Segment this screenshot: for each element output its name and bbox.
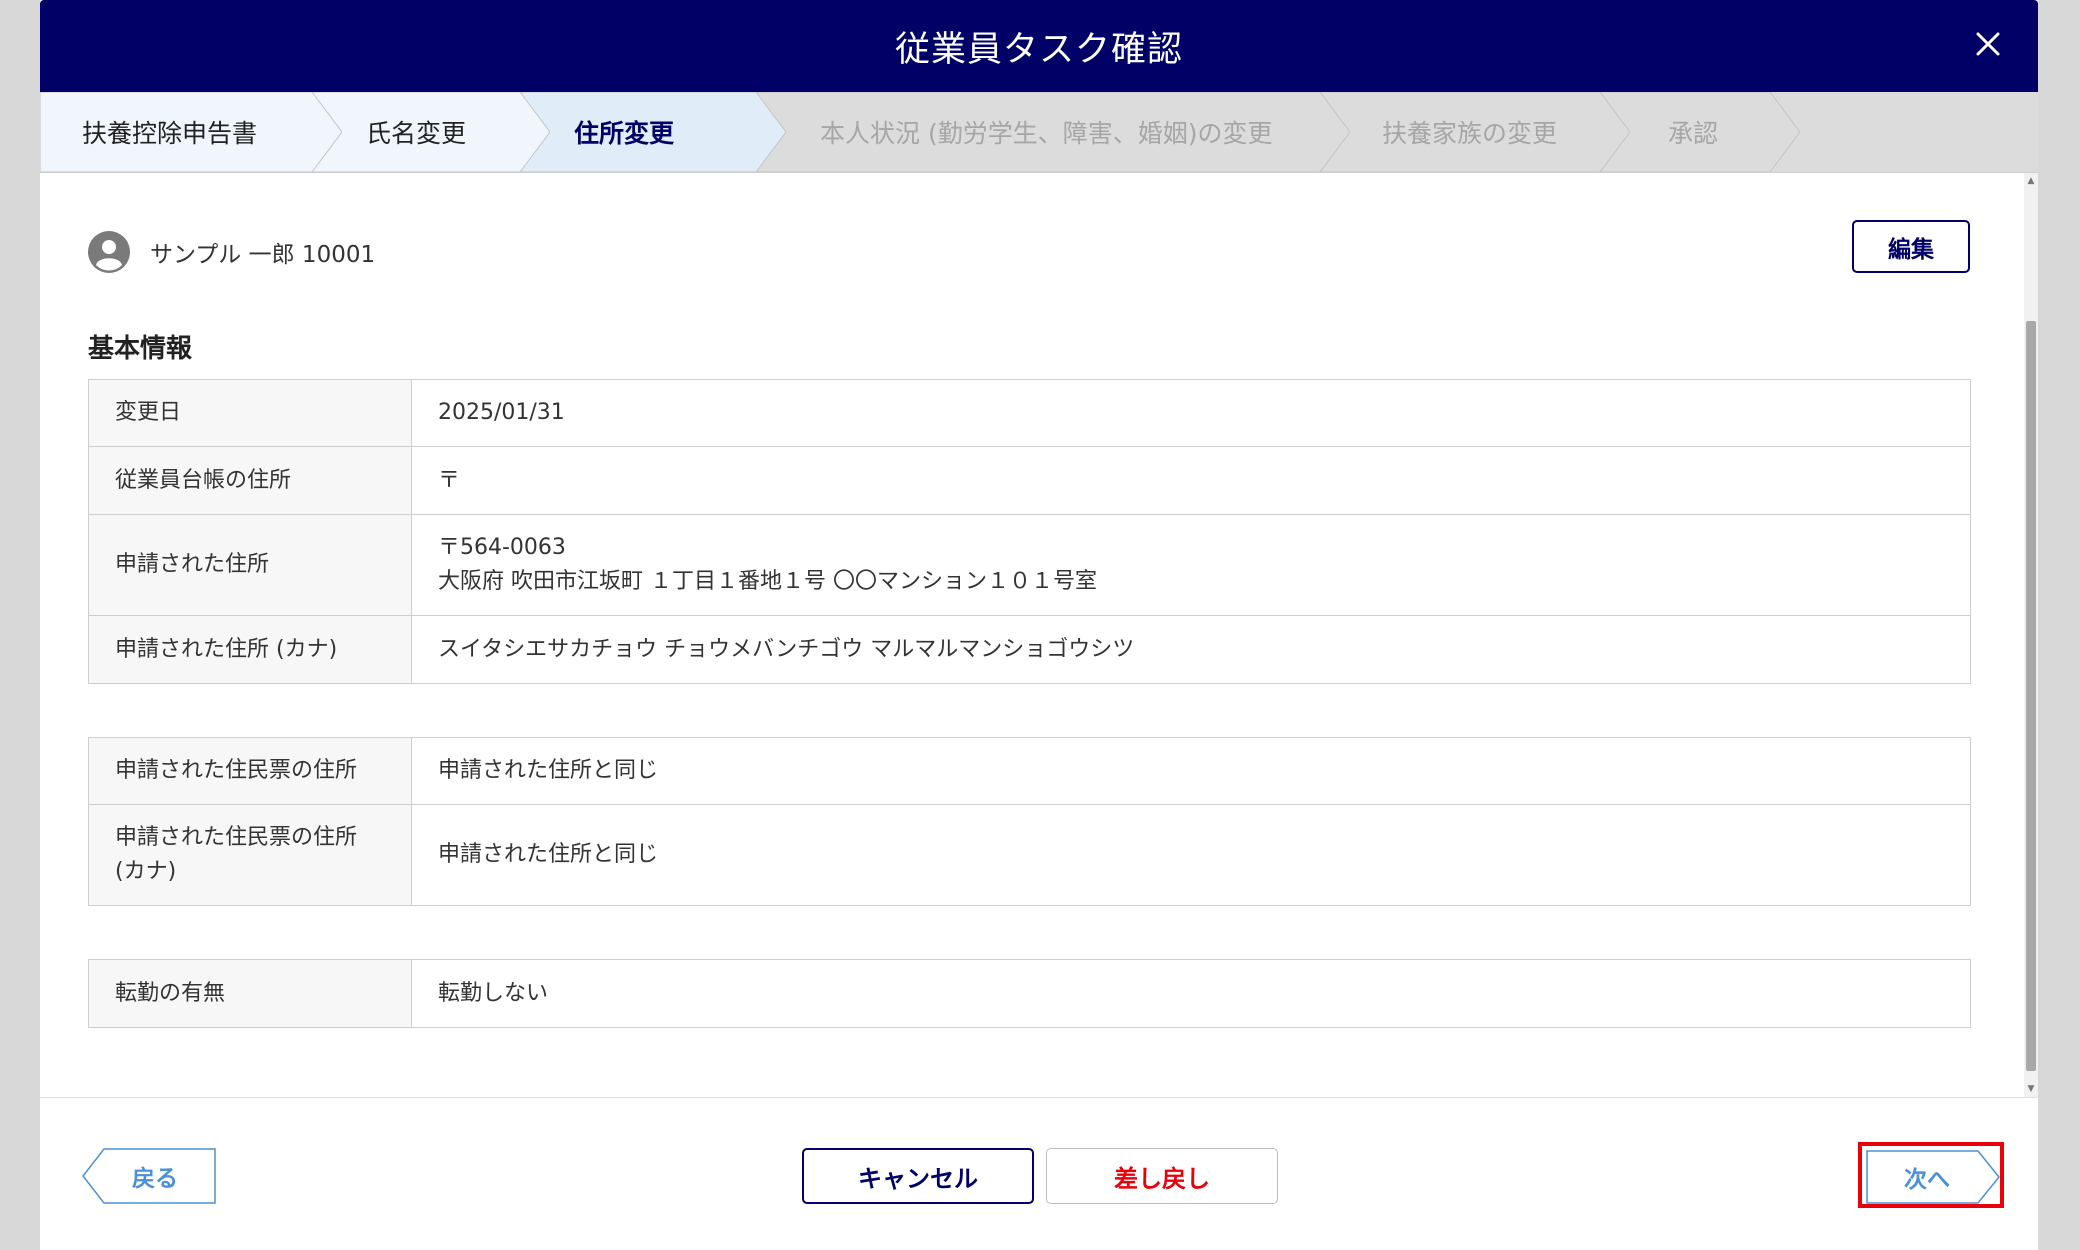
table-row: 転勤の有無 転勤しない <box>88 959 1971 1028</box>
field-label: 転勤の有無 <box>88 959 412 1028</box>
scroll-up-icon[interactable]: ▲ <box>2026 175 2036 187</box>
modal-title: 従業員タスク確認 <box>894 29 1183 70</box>
step-dependents-change[interactable]: 扶養家族の変更 <box>1320 92 1630 172</box>
step-label: 扶養家族の変更 <box>1382 119 1558 148</box>
step-label: 住所変更 <box>574 119 675 148</box>
field-label: 申請された住所 (カナ) <box>88 615 412 684</box>
field-label: 申請された住所 <box>88 514 412 616</box>
postal-code: 〒564-0063 <box>438 535 566 560</box>
table-row: 申請された住所 (カナ) スイタシエサカチョウ チョウメバンチゴウ マルマルマン… <box>88 615 1971 684</box>
table-row: 申請された住所 〒564-0063 大阪府 吹田市江坂町 １丁目１番地１号 〇〇… <box>88 514 1971 616</box>
cancel-button[interactable]: キャンセル <box>802 1148 1034 1204</box>
step-status-change[interactable]: 本人状況 (勤労学生、障害、婚姻)の変更 <box>756 92 1350 172</box>
field-value: 2025/01/31 <box>411 379 1971 447</box>
field-label: 変更日 <box>88 379 412 447</box>
step-progress-bar: 承認 扶養家族の変更 本人状況 (勤労学生、障害、婚姻)の変更 住所変更 氏名変… <box>40 92 2038 173</box>
modal-footer: 戻る キャンセル 差し戻し 次へ <box>40 1097 2038 1250</box>
step-approval[interactable]: 承認 <box>1600 92 1800 172</box>
basic-info-table: 変更日 2025/01/31 従業員台帳の住所 〒 申請された住所 〒564-0… <box>88 379 1971 684</box>
resident-address-table: 申請された住民票の住所 申請された住所と同じ 申請された住民票の住所 (カナ) … <box>88 737 1971 906</box>
table-row: 従業員台帳の住所 〒 <box>88 446 1971 515</box>
section-title: 基本情報 <box>88 334 193 364</box>
scroll-down-icon[interactable]: ▼ <box>2026 1083 2036 1095</box>
table-row: 変更日 2025/01/31 <box>88 379 1971 447</box>
employee-name: サンプル 一郎 10001 <box>150 242 376 268</box>
scrollbar-thumb[interactable] <box>2026 321 2036 1071</box>
step-address-change[interactable]: 住所変更 <box>520 92 786 172</box>
step-label: 氏名変更 <box>366 119 467 148</box>
field-label-line: 申請された住民票の住所 <box>115 825 358 850</box>
table-row: 申請された住民票の住所 申請された住所と同じ <box>88 737 1971 805</box>
field-value: 申請された住所と同じ <box>411 737 1971 805</box>
task-confirm-modal: 従業員タスク確認 承認 扶養家族の変更 本人状況 (勤労学生、障害、婚姻)の変更… <box>40 0 2038 1250</box>
field-label-line: (カナ) <box>115 859 177 884</box>
send-back-button[interactable]: 差し戻し <box>1046 1148 1278 1204</box>
address-line: 大阪府 吹田市江坂町 １丁目１番地１号 〇〇マンション１０１号室 <box>438 569 1097 594</box>
table-row: 申請された住民票の住所 (カナ) 申請された住所と同じ <box>88 804 1971 906</box>
back-button[interactable]: 戻る <box>82 1148 216 1204</box>
field-value: 申請された住所と同じ <box>411 804 1971 906</box>
transfer-table: 転勤の有無 転勤しない <box>88 959 1971 1028</box>
step-dependent-deduction[interactable]: 扶養控除申告書 <box>40 92 342 172</box>
user-circle-icon <box>88 231 130 273</box>
back-label: 戻る <box>132 1166 178 1192</box>
employee-info: サンプル 一郎 10001 <box>88 230 375 274</box>
vertical-scrollbar[interactable]: ▲ ▼ <box>2024 173 2038 1097</box>
field-value: スイタシエサカチョウ チョウメバンチゴウ マルマルマンショゴウシツ <box>411 615 1971 684</box>
modal-header: 従業員タスク確認 <box>40 0 2038 92</box>
next-button[interactable]: 次へ <box>1866 1150 2000 1204</box>
step-label: 本人状況 (勤労学生、障害、婚姻)の変更 <box>820 119 1273 148</box>
step-label: 承認 <box>1668 119 1719 148</box>
field-label: 申請された住民票の住所 (カナ) <box>88 804 412 906</box>
field-value: 転勤しない <box>411 959 1971 1028</box>
field-label: 従業員台帳の住所 <box>88 446 412 515</box>
content-area: サンプル 一郎 10001 編集 基本情報 変更日 2025/01/31 従業員… <box>40 173 2038 1097</box>
next-label: 次へ <box>1904 1167 1950 1193</box>
next-button-highlight: 次へ <box>1858 1142 2004 1208</box>
field-value: 〒 <box>411 446 1971 515</box>
step-name-change[interactable]: 氏名変更 <box>312 92 550 172</box>
close-icon[interactable] <box>1966 22 2010 66</box>
field-label: 申請された住民票の住所 <box>88 737 412 805</box>
step-label: 扶養控除申告書 <box>82 119 258 148</box>
edit-button[interactable]: 編集 <box>1852 220 1970 273</box>
field-value: 〒564-0063 大阪府 吹田市江坂町 １丁目１番地１号 〇〇マンション１０１… <box>411 514 1971 616</box>
